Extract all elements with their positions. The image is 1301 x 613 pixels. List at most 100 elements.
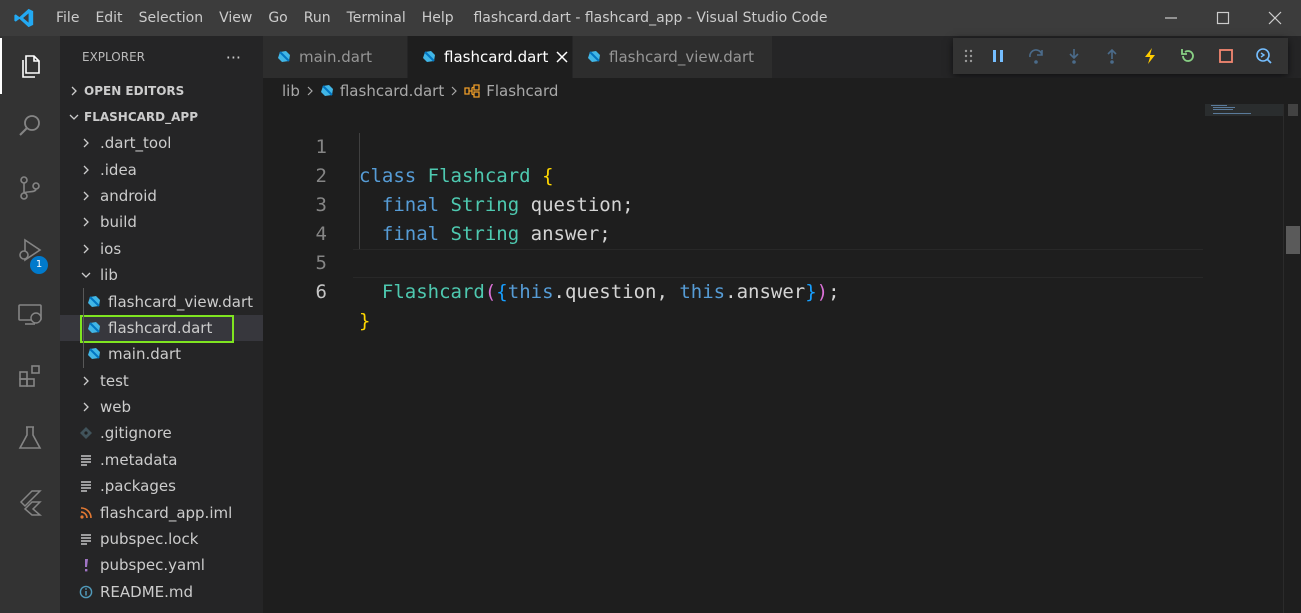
breadcrumb: lib flashcard.dart Flashcard <box>263 78 1301 104</box>
code-line-1: 1 class Flashcard { <box>263 104 1203 187</box>
lines-file-icon <box>78 478 94 494</box>
tree-item-build[interactable]: build <box>60 209 263 235</box>
more-actions-button[interactable]: ··· <box>226 48 241 67</box>
chevron-right-icon <box>78 162 94 178</box>
tree-item-main-dart[interactable]: main.dart <box>60 341 263 368</box>
breadcrumb-symbol[interactable]: Flashcard <box>486 82 558 100</box>
menu-help[interactable]: Help <box>414 0 462 36</box>
tree-item-packages[interactable]: .packages <box>60 473 263 499</box>
class-symbol-icon <box>464 84 480 98</box>
tree-item-flashcard-dart[interactable]: flashcard.dart <box>60 314 263 343</box>
rss-file-icon <box>78 505 94 521</box>
open-editors-section[interactable]: OPEN EDITORS <box>60 78 263 104</box>
step-over-button[interactable] <box>1017 41 1055 71</box>
project-label: FLASHCARD_APP <box>84 110 198 124</box>
tree-item-label: pubspec.yaml <box>100 556 205 575</box>
menu-file[interactable]: File <box>48 0 87 36</box>
breadcrumb-lib[interactable]: lib <box>282 82 300 100</box>
menu-edit[interactable]: Edit <box>87 0 130 36</box>
tree-item-dart-tool[interactable]: .dart_tool <box>60 130 263 156</box>
open-editors-label: OPEN EDITORS <box>84 84 185 98</box>
tree-item-label: flashcard_view.dart <box>108 292 254 311</box>
close-icon <box>1268 11 1282 25</box>
tab-main-dart[interactable]: main.dart <box>263 36 408 78</box>
dart-file-icon <box>86 294 102 310</box>
source-control-icon <box>20 176 40 200</box>
activity-source-control[interactable] <box>0 160 60 216</box>
tab-flashcard-view-dart[interactable]: flashcard_view.dart <box>573 36 773 78</box>
maximize-button[interactable] <box>1197 0 1249 36</box>
activity-testing[interactable] <box>0 410 60 466</box>
tree-item-android[interactable]: android <box>60 183 263 209</box>
debug-toolbar <box>953 38 1288 74</box>
tree-item-flashcard-view-dart[interactable]: flashcard_view.dart <box>60 288 263 315</box>
code-line-2: 2 final String question; <box>263 133 1203 216</box>
close-icon <box>556 51 568 63</box>
tree-item-label: .gitignore <box>100 424 172 443</box>
tree-item-pubspec-lock[interactable]: pubspec.lock <box>60 526 263 552</box>
tab-label: main.dart <box>299 48 373 66</box>
minimap-line <box>1211 105 1227 106</box>
pause-button[interactable] <box>979 41 1017 71</box>
minimap-line <box>1213 109 1233 110</box>
indent-guide <box>83 314 84 342</box>
minimize-button[interactable] <box>1145 0 1197 36</box>
tree-item-test[interactable]: test <box>60 368 263 394</box>
vertical-scrollbar[interactable] <box>1283 104 1301 613</box>
devtools-icon <box>1256 48 1272 64</box>
step-out-button[interactable] <box>1093 41 1131 71</box>
tree-item-readme[interactable]: README.md <box>60 579 263 605</box>
devtools-button[interactable] <box>1245 41 1283 71</box>
minimap[interactable] <box>1205 104 1283 116</box>
chevron-right-icon <box>78 135 94 151</box>
tree-item-pubspec-yaml[interactable]: pubspec.yaml <box>60 552 263 578</box>
tree-item-label: README.md <box>100 582 194 601</box>
vscode-logo-icon <box>0 0 48 36</box>
tree-item-idea[interactable]: .idea <box>60 156 263 182</box>
chevron-right-icon <box>450 86 458 96</box>
activity-flutter[interactable] <box>0 474 60 530</box>
stop-button[interactable] <box>1207 41 1245 71</box>
step-out-icon <box>1107 48 1117 64</box>
menu-terminal[interactable]: Terminal <box>339 0 414 36</box>
chevron-right-icon <box>78 373 94 389</box>
menu-selection[interactable]: Selection <box>131 0 212 36</box>
tree-item-web[interactable]: web <box>60 394 263 420</box>
chevron-right-icon <box>306 86 314 96</box>
activity-run-debug[interactable]: 1 <box>0 222 60 278</box>
activity-search[interactable] <box>0 98 60 154</box>
close-tab-button[interactable] <box>556 51 568 63</box>
activity-remote-explorer[interactable] <box>0 286 60 342</box>
project-section[interactable]: FLASHCARD_APP <box>60 104 263 130</box>
code-line-6: 6 } <box>263 249 1203 332</box>
tree-item-label: .packages <box>100 477 176 496</box>
dart-file-icon <box>277 50 291 64</box>
tree-item-label: .idea <box>100 160 137 179</box>
dart-file-icon <box>86 346 102 362</box>
tree-item-ios[interactable]: ios <box>60 236 263 262</box>
breadcrumb-file[interactable]: flashcard.dart <box>340 82 444 100</box>
activity-extensions[interactable] <box>0 348 60 404</box>
tree-item-gitignore[interactable]: .gitignore <box>60 420 263 446</box>
code-line-4: 4 <box>263 191 1203 245</box>
tab-flashcard-dart[interactable]: flashcard.dart <box>408 36 573 78</box>
tree-item-metadata[interactable]: .metadata <box>60 447 263 473</box>
menu-go[interactable]: Go <box>260 0 295 36</box>
tree-item-flashcard-app-iml[interactable]: flashcard_app.iml <box>60 499 263 525</box>
git-file-icon <box>78 425 94 441</box>
close-window-button[interactable] <box>1249 0 1301 36</box>
stop-icon <box>1219 49 1233 63</box>
scrollbar-thumb[interactable] <box>1288 104 1298 116</box>
restart-button[interactable] <box>1169 41 1207 71</box>
hot-reload-button[interactable] <box>1131 41 1169 71</box>
explorer-title: EXPLORER <box>82 50 145 64</box>
step-into-button[interactable] <box>1055 41 1093 71</box>
menu-view[interactable]: View <box>211 0 260 36</box>
menu-run[interactable]: Run <box>296 0 339 36</box>
drag-handle-icon[interactable] <box>959 41 979 71</box>
tree-item-label: .metadata <box>100 450 178 469</box>
code-editor[interactable]: 1 class Flashcard { 2 final String quest… <box>263 104 1301 613</box>
tree-item-lib[interactable]: lib <box>60 262 263 288</box>
activity-explorer[interactable] <box>0 38 60 94</box>
search-icon <box>19 115 40 136</box>
